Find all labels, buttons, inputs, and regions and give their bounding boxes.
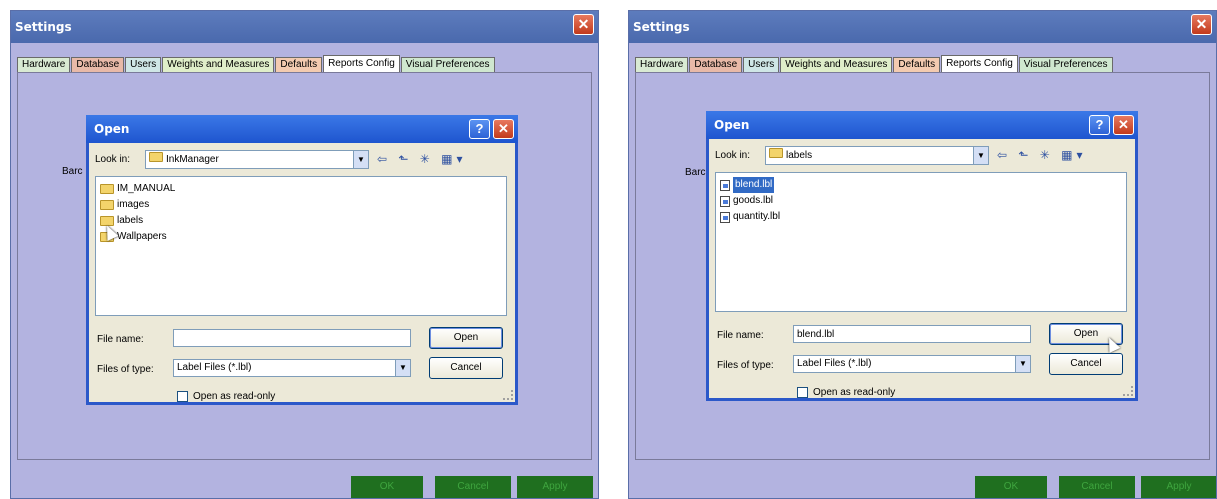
close-icon[interactable]: ✕ [573,14,594,35]
open-dialog-titlebar[interactable]: Open ? ✕ [86,115,518,143]
checkbox-box[interactable] [797,387,808,398]
list-item[interactable]: labels [100,213,502,229]
apply-button[interactable]: Apply [1141,476,1216,498]
file-icon [720,195,730,207]
chevron-down-icon[interactable]: ▼ [1015,356,1030,372]
settings-button-bar: OK Cancel Apply [11,476,598,498]
toolbar-icons[interactable]: ⇦ ⬑ ✳ ▦▾ [377,152,467,166]
open-dialog-titlebar[interactable]: Open ? ✕ [706,111,1138,139]
barcode-label: Barc [62,166,83,177]
chevron-down-icon[interactable]: ▼ [395,360,410,376]
settings-title: Settings [15,20,72,34]
read-only-checkbox[interactable]: Open as read-only [797,387,895,398]
file-name-label: File name: [97,334,144,345]
list-item[interactable]: quantity.lbl [720,209,1122,225]
file-list[interactable]: blend.lbl goods.lbl quantity.lbl [715,172,1127,312]
tab-reports-config[interactable]: Reports Config [323,55,400,72]
look-in-label: Look in: [715,150,751,161]
folder-icon [149,152,163,162]
settings-titlebar[interactable]: Settings ✕ [11,11,598,43]
open-dialog-title: Open [94,122,130,136]
apply-button[interactable]: Apply [517,476,593,498]
list-item[interactable]: IM_MANUAL [100,181,502,197]
cancel-button[interactable]: Cancel [435,476,511,498]
folder-icon [100,200,114,210]
look-in-value: labels [786,150,813,161]
settings-tabs: Hardware Database Users Weights and Meas… [635,55,1114,72]
close-icon[interactable]: ✕ [493,119,514,139]
files-of-type-value: Label Files (*.lbl) [177,362,252,373]
look-in-value: InkManager [166,154,219,165]
settings-title: Settings [633,20,690,34]
files-of-type-label: Files of type: [717,360,774,371]
list-item[interactable]: Wallpapers [100,229,502,245]
tab-database[interactable]: Database [689,57,743,72]
toolbar-icons[interactable]: ⇦ ⬑ ✳ ▦▾ [997,148,1087,162]
tab-defaults[interactable]: Defaults [275,57,323,72]
barcode-label: Barc [685,167,706,178]
file-name-field[interactable] [793,325,1031,343]
files-of-type-select[interactable]: Label Files (*.lbl) ▼ [173,359,411,377]
cancel-button[interactable]: Cancel [1049,353,1123,375]
tab-database[interactable]: Database [71,57,125,72]
settings-titlebar[interactable]: Settings ✕ [629,11,1216,43]
open-dialog-left: Open ? ✕ Look in: InkManager ▼ ⇦ ⬑ ✳ ▦▾ … [86,115,518,405]
file-icon [720,211,730,223]
look-in-dropdown[interactable]: labels ▼ [765,146,989,165]
list-item[interactable]: blend.lbl [720,177,1122,193]
close-icon[interactable]: ✕ [1113,115,1134,135]
read-only-label: Open as read-only [193,391,276,402]
tab-weights-and-measures[interactable]: Weights and Measures [162,57,275,72]
tab-users[interactable]: Users [743,57,780,72]
read-only-checkbox[interactable]: Open as read-only [177,391,275,402]
tab-users[interactable]: Users [125,57,162,72]
tab-visual-preferences[interactable]: Visual Preferences [400,57,495,72]
file-name-label: File name: [717,330,764,341]
settings-button-bar: OK Cancel Apply [629,476,1216,498]
checkbox-box[interactable] [177,391,188,402]
look-in-dropdown[interactable]: InkManager ▼ [145,150,369,169]
resize-grip-icon[interactable] [1123,386,1133,396]
resize-grip-icon[interactable] [503,390,513,400]
close-icon[interactable]: ✕ [1191,14,1212,35]
chevron-down-icon[interactable]: ▼ [353,151,368,168]
read-only-label: Open as read-only [813,387,896,398]
files-of-type-select[interactable]: Label Files (*.lbl) ▼ [793,355,1031,373]
list-item[interactable]: images [100,197,502,213]
tab-visual-preferences[interactable]: Visual Preferences [1018,57,1113,72]
ok-button[interactable]: OK [351,476,423,498]
open-button[interactable]: Open [429,327,503,349]
settings-tabs: Hardware Database Users Weights and Meas… [17,55,496,72]
open-dialog-title: Open [714,118,750,132]
file-name-field[interactable] [173,329,411,347]
ok-button[interactable]: OK [975,476,1047,498]
tab-weights-and-measures[interactable]: Weights and Measures [780,57,893,72]
files-of-type-value: Label Files (*.lbl) [797,358,872,369]
folder-icon [100,184,114,194]
tab-hardware[interactable]: Hardware [17,57,71,72]
cancel-button[interactable]: Cancel [1059,476,1135,498]
tab-defaults[interactable]: Defaults [893,57,941,72]
list-item[interactable]: goods.lbl [720,193,1122,209]
files-of-type-label: Files of type: [97,364,154,375]
open-dialog-right: Open ? ✕ Look in: labels ▼ ⇦ ⬑ ✳ ▦▾ blen… [706,111,1138,401]
help-icon[interactable]: ? [1089,115,1110,135]
look-in-label: Look in: [95,154,131,165]
chevron-down-icon[interactable]: ▼ [973,147,988,164]
tab-reports-config[interactable]: Reports Config [941,55,1018,72]
folder-icon [769,148,783,158]
cancel-button[interactable]: Cancel [429,357,503,379]
help-icon[interactable]: ? [469,119,490,139]
tab-hardware[interactable]: Hardware [635,57,689,72]
file-list[interactable]: IM_MANUAL images labels Wallpapers [95,176,507,316]
file-icon [720,179,730,191]
